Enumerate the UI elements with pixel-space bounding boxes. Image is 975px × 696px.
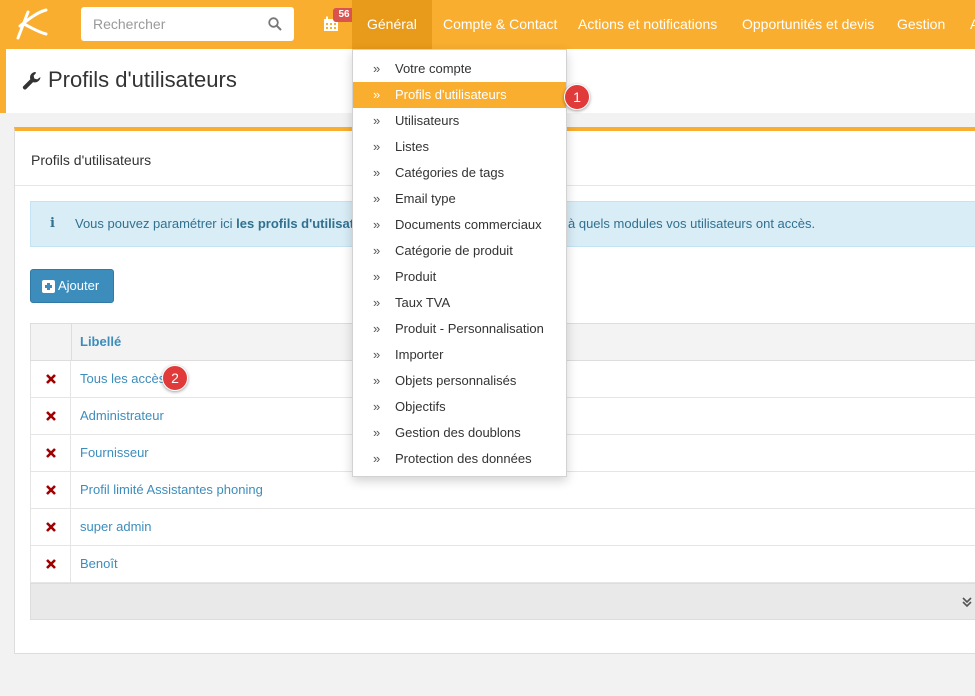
table-header-action-cell xyxy=(31,324,72,360)
double-chevron-right-icon: » xyxy=(373,243,381,258)
menu-item-listes[interactable]: » Listes xyxy=(353,134,566,160)
nav-opportunites-devis[interactable]: Opportunités et devis xyxy=(742,0,874,49)
menu-item-label: Votre compte xyxy=(395,61,472,76)
nav-gestion[interactable]: Gestion xyxy=(897,0,945,49)
search-box xyxy=(81,7,294,41)
menu-item-label: Email type xyxy=(395,191,456,206)
double-chevron-right-icon: » xyxy=(373,321,381,336)
info-icon: i xyxy=(50,216,55,231)
profile-link[interactable]: Tous les accès xyxy=(80,371,165,386)
profile-link[interactable]: Fournisseur xyxy=(80,445,149,460)
page-title: Profils d'utilisateurs xyxy=(48,67,237,92)
double-chevron-down-icon[interactable] xyxy=(961,596,973,608)
double-chevron-right-icon: » xyxy=(373,165,381,180)
panel-title: Profils d'utilisateurs xyxy=(31,152,152,168)
general-dropdown-menu: » Votre compte » Profils d'utilisateurs » U… xyxy=(352,49,567,477)
menu-item-produit[interactable]: » Produit xyxy=(353,264,566,290)
app-logo[interactable] xyxy=(12,6,50,42)
profile-link[interactable]: Administrateur xyxy=(80,408,164,423)
menu-item-label: Gestion des doublons xyxy=(395,425,521,440)
menu-item-email-type[interactable]: » Email type xyxy=(353,186,566,212)
menu-item-label: Utilisateurs xyxy=(395,113,460,128)
double-chevron-right-icon: » xyxy=(373,269,381,284)
double-chevron-right-icon: » xyxy=(373,347,381,362)
profile-link[interactable]: super admin xyxy=(80,519,152,534)
menu-item-documents-commerciaux[interactable]: » Documents commerciaux xyxy=(353,212,566,238)
double-chevron-right-icon: » xyxy=(373,61,381,76)
add-profile-button[interactable]: Ajouter xyxy=(30,269,114,303)
menu-item-gestion-doublons[interactable]: » Gestion des doublons xyxy=(353,420,566,446)
delete-icon[interactable] xyxy=(45,521,57,533)
info-text-prefix: Vous pouvez paramétrer ici xyxy=(75,216,237,231)
menu-item-label: Objectifs xyxy=(395,399,446,414)
table-row: Profil limité Assistantes phoning xyxy=(30,472,975,509)
search-icon[interactable] xyxy=(268,17,282,31)
double-chevron-right-icon: » xyxy=(373,399,381,414)
menu-item-protection-donnees[interactable]: » Protection des données xyxy=(353,446,566,472)
double-chevron-right-icon: » xyxy=(373,373,381,388)
menu-item-label: Profils d'utilisateurs xyxy=(395,87,507,102)
nav-general[interactable]: Général xyxy=(352,0,432,49)
menu-item-label: Objets personnalisés xyxy=(395,373,517,388)
menu-item-label: Produit - Personnalisation xyxy=(395,321,544,336)
search-input[interactable] xyxy=(81,7,261,41)
table-row: Benoît xyxy=(30,546,975,583)
double-chevron-right-icon: » xyxy=(373,217,381,232)
menu-item-profils-utilisateurs[interactable]: » Profils d'utilisateurs xyxy=(353,82,566,108)
menu-item-label: Catégories de tags xyxy=(395,165,505,180)
nav-compte-contact[interactable]: Compte & Contact xyxy=(443,0,557,49)
double-chevron-right-icon: » xyxy=(373,139,381,154)
delete-icon[interactable] xyxy=(45,410,57,422)
delete-icon[interactable] xyxy=(45,484,57,496)
menu-item-label: Importer xyxy=(395,347,444,362)
menu-item-importer[interactable]: » Importer xyxy=(353,342,566,368)
menu-item-label: Listes xyxy=(395,139,429,154)
plus-square-icon xyxy=(42,280,55,293)
menu-item-categories-tags[interactable]: » Catégories de tags xyxy=(353,160,566,186)
delete-icon[interactable] xyxy=(45,558,57,570)
menu-item-taux-tva[interactable]: » Taux TVA xyxy=(353,290,566,316)
menu-item-label: Documents commerciaux xyxy=(395,217,542,232)
menu-item-label: Taux TVA xyxy=(395,295,451,310)
menu-item-produit-personnalisation[interactable]: » Produit - Personnalisation xyxy=(353,316,566,342)
nav-actions-notifications[interactable]: Actions et notifications xyxy=(578,0,717,49)
double-chevron-right-icon: » xyxy=(373,191,381,206)
delete-icon[interactable] xyxy=(45,447,57,459)
wrench-icon xyxy=(22,72,41,90)
nav-more[interactable]: A xyxy=(970,0,975,49)
page-header-accent xyxy=(0,49,6,113)
menu-item-votre-compte[interactable]: » Votre compte xyxy=(353,56,566,82)
add-button-label: Ajouter xyxy=(58,278,100,293)
info-text-bold: les profils d'utilisat xyxy=(236,216,355,231)
double-chevron-right-icon: » xyxy=(373,113,381,128)
double-chevron-right-icon: » xyxy=(373,425,381,440)
double-chevron-right-icon: » xyxy=(373,451,381,466)
menu-item-utilisateurs[interactable]: » Utilisateurs xyxy=(353,108,566,134)
profile-link[interactable]: Benoît xyxy=(80,556,118,571)
delete-icon[interactable] xyxy=(45,373,57,385)
menu-item-label: Protection des données xyxy=(395,451,532,466)
table-row: super admin xyxy=(30,509,975,546)
profile-link[interactable]: Profil limité Assistantes phoning xyxy=(80,482,263,497)
menu-item-categorie-produit[interactable]: » Catégorie de produit xyxy=(353,238,566,264)
top-nav-bar: 56 Général Compte & Contact Actions et n… xyxy=(0,0,975,49)
info-text-tail: à quels modules vos utilisateurs ont acc… xyxy=(568,216,816,231)
double-chevron-right-icon: » xyxy=(373,87,381,102)
menu-item-label: Catégorie de produit xyxy=(395,243,513,258)
step-marker-1: 1 xyxy=(564,84,590,110)
menu-item-objectifs[interactable]: » Objectifs xyxy=(353,394,566,420)
menu-item-objets-personnalises[interactable]: » Objets personnalisés xyxy=(353,368,566,394)
step-marker-2: 2 xyxy=(162,365,188,391)
menu-item-label: Produit xyxy=(395,269,437,284)
table-footer xyxy=(30,583,975,620)
double-chevron-right-icon: » xyxy=(373,295,381,310)
column-header-libelle[interactable]: Libellé xyxy=(80,334,121,349)
